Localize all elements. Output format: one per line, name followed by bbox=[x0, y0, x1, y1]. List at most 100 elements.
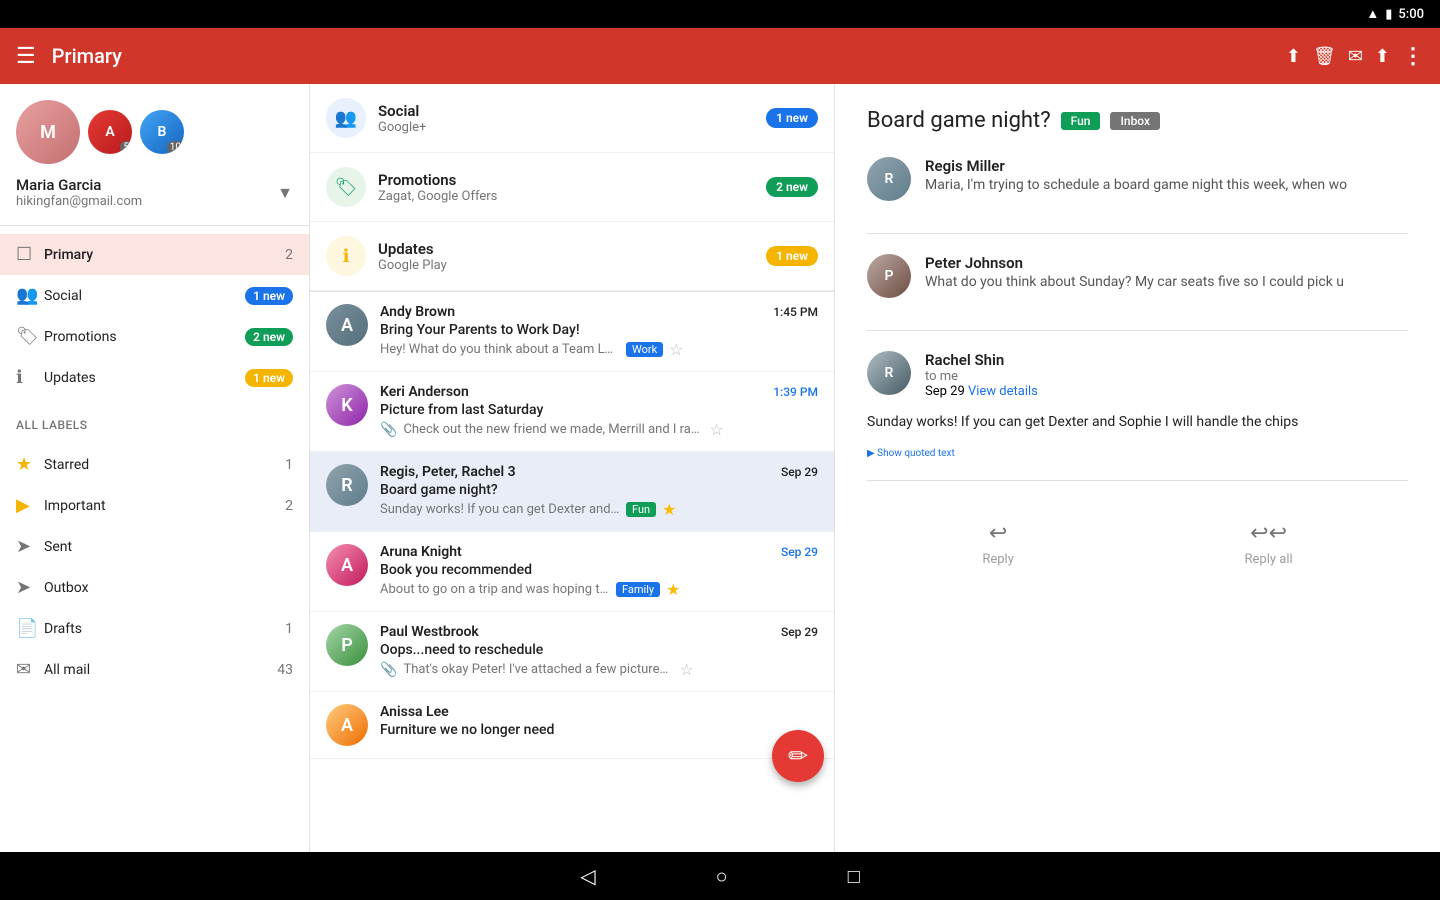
email-time-1: 1:45 PM bbox=[773, 305, 818, 319]
cat-social-badge: 1 new bbox=[766, 108, 818, 128]
email-detail: Board game night? Fun Inbox R Regis Mill… bbox=[835, 84, 1440, 852]
cat-updates-name: Updates bbox=[378, 240, 766, 258]
msg-info-3: Rachel Shin to me Sep 29 View details bbox=[925, 351, 1038, 399]
email-item-3[interactable]: R Regis, Peter, Rachel 3 Sep 29 Board ga… bbox=[310, 452, 834, 532]
labels-nav: ★ Starred 1 ▶ Important 2 ➤ Sent ➤ Outbo… bbox=[0, 436, 309, 698]
email-item-2[interactable]: K Keri Anderson 1:39 PM Picture from las… bbox=[310, 372, 834, 452]
compose-fab[interactable]: ✏ bbox=[772, 730, 824, 782]
sidebar-item-label: All mail bbox=[44, 662, 277, 678]
recents-button[interactable]: □ bbox=[848, 864, 860, 889]
cat-promotions-badge: 2 new bbox=[766, 177, 818, 197]
email-action-icon[interactable]: ✉ bbox=[1348, 46, 1363, 67]
cat-social-sub: Google+ bbox=[378, 120, 766, 135]
detail-tag-inbox: Inbox bbox=[1110, 112, 1160, 130]
category-updates[interactable]: ℹ Updates Google Play 1 new bbox=[310, 222, 834, 291]
msg-preview-2: What do you think about Sunday? My car s… bbox=[925, 272, 1344, 293]
email-avatar-aruna: A bbox=[326, 544, 368, 586]
more-options-icon[interactable]: ⋮ bbox=[1402, 44, 1424, 69]
email-content-2: Keri Anderson 1:39 PM Picture from last … bbox=[380, 384, 818, 439]
email-item-6[interactable]: A Anissa Lee Furniture we no longer need bbox=[310, 692, 834, 759]
reply-bar: ↩ Reply ↩↩ Reply all bbox=[867, 501, 1408, 587]
category-social[interactable]: 👥 Social Google+ 1 new bbox=[310, 84, 834, 153]
msg-date-link: Sep 29 View details bbox=[925, 384, 1038, 399]
msg-avatar-rachel: R bbox=[867, 351, 911, 395]
star-icon-3[interactable]: ★ bbox=[662, 500, 676, 519]
email-content-1: Andy Brown 1:45 PM Bring Your Parents to… bbox=[380, 304, 818, 359]
sidebar-item-promotions[interactable]: 🏷 Promotions 2 new bbox=[0, 316, 309, 357]
email-meta-4: About to go on a trip and was hoping to … bbox=[380, 580, 818, 599]
reply-all-button[interactable]: ↩↩ Reply all bbox=[1245, 521, 1293, 567]
email-avatar-regis: R bbox=[326, 464, 368, 506]
updates-icon: ℹ bbox=[16, 367, 44, 388]
email-sender-2: Keri Anderson bbox=[380, 384, 469, 400]
social-badge: 1 new bbox=[245, 287, 293, 305]
view-details-link[interactable]: View details bbox=[968, 384, 1038, 399]
email-item-1[interactable]: A Andy Brown 1:45 PM Bring Your Parents … bbox=[310, 292, 834, 372]
message-card-1: R Regis Miller Maria, I'm trying to sche… bbox=[867, 157, 1408, 234]
category-promotions[interactable]: 🏷 Promotions Zagat, Google Offers 2 new bbox=[310, 153, 834, 222]
avatar-secondary-1[interactable]: A 5 bbox=[88, 110, 132, 154]
avatar-secondary-2[interactable]: B 10 bbox=[140, 110, 184, 154]
email-list: 👥 Social Google+ 1 new 🏷 Promotions Zaga… bbox=[310, 84, 835, 852]
email-subject-2: Picture from last Saturday bbox=[380, 402, 818, 418]
star-icon-1[interactable]: ☆ bbox=[669, 340, 683, 359]
sidebar-item-label: Updates bbox=[44, 370, 245, 386]
starred-icon: ★ bbox=[16, 454, 44, 475]
promotions-icon: 🏷 bbox=[16, 326, 44, 347]
archive-icon[interactable]: ⬆ bbox=[1286, 46, 1301, 67]
email-avatar-paul: P bbox=[326, 624, 368, 666]
all-labels-heading: All labels bbox=[0, 406, 309, 436]
email-content-5: Paul Westbrook Sep 29 Oops...need to res… bbox=[380, 624, 818, 679]
email-sender-6: Anissa Lee bbox=[380, 704, 449, 720]
account-switcher-icon[interactable]: ▼ bbox=[277, 183, 293, 203]
sidebar-item-label: Important bbox=[44, 498, 285, 514]
label-action-icon[interactable]: ⬆ bbox=[1375, 46, 1390, 67]
menu-icon[interactable]: ☰ bbox=[16, 44, 36, 69]
cat-promotions-sub: Zagat, Google Offers bbox=[378, 189, 766, 204]
back-button[interactable]: ◁ bbox=[580, 864, 595, 888]
avatar-main[interactable]: M bbox=[16, 100, 80, 164]
email-meta-2: 📎 Check out the new friend we made, Merr… bbox=[380, 420, 818, 439]
social-cat-icon: 👥 bbox=[326, 98, 366, 138]
email-subject-1: Bring Your Parents to Work Day! bbox=[380, 322, 818, 338]
sidebar-item-allmail[interactable]: ✉ All mail 43 bbox=[0, 649, 309, 690]
allmail-icon: ✉ bbox=[16, 659, 44, 680]
message-card-2: P Peter Johnson What do you think about … bbox=[867, 254, 1408, 331]
email-preview-3: Sunday works! If you can get Dexter and … bbox=[380, 502, 620, 517]
toolbar-title: Primary bbox=[52, 44, 1286, 68]
cat-social-info: Social Google+ bbox=[378, 102, 766, 135]
email-preview-5: That's okay Peter! I've attached a few p… bbox=[403, 662, 673, 677]
email-content-3: Regis, Peter, Rachel 3 Sep 29 Board game… bbox=[380, 464, 818, 519]
sidebar-item-sent[interactable]: ➤ Sent bbox=[0, 526, 309, 567]
star-icon-5[interactable]: ☆ bbox=[679, 660, 693, 679]
toolbar-actions: ⬆ 🗑 ✉ ⬆ ⋮ bbox=[1286, 44, 1424, 69]
bottom-nav: ◁ ○ □ bbox=[0, 852, 1440, 900]
reply-button[interactable]: ↩ Reply bbox=[982, 521, 1014, 567]
sidebar-item-social[interactable]: 👥 Social 1 new bbox=[0, 275, 309, 316]
sidebar-item-outbox[interactable]: ➤ Outbox bbox=[0, 567, 309, 608]
email-item-5[interactable]: P Paul Westbrook Sep 29 Oops...need to r… bbox=[310, 612, 834, 692]
home-button[interactable]: ○ bbox=[716, 864, 728, 889]
toolbar: ☰ Primary ⬆ 🗑 ✉ ⬆ ⋮ bbox=[0, 28, 1440, 84]
star-icon-4[interactable]: ★ bbox=[666, 580, 680, 599]
promotions-badge: 2 new bbox=[245, 328, 293, 346]
sidebar-item-primary[interactable]: ☐ Primary 2 bbox=[0, 234, 309, 275]
email-header-5: Paul Westbrook Sep 29 bbox=[380, 624, 818, 640]
compose-icon: ✏ bbox=[788, 742, 808, 770]
email-meta-5: 📎 That's okay Peter! I've attached a few… bbox=[380, 660, 818, 679]
sidebar-item-important[interactable]: ▶ Important 2 bbox=[0, 485, 309, 526]
sidebar-item-drafts[interactable]: 📄 Drafts 1 bbox=[0, 608, 309, 649]
cat-updates-sub: Google Play bbox=[378, 258, 766, 273]
sidebar-item-starred[interactable]: ★ Starred 1 bbox=[0, 444, 309, 485]
email-item-4[interactable]: A Aruna Knight Sep 29 Book you recommend… bbox=[310, 532, 834, 612]
updates-badge: 1 new bbox=[245, 369, 293, 387]
sidebar-item-label: Social bbox=[44, 288, 245, 304]
star-icon-2[interactable]: ☆ bbox=[709, 420, 723, 439]
msg-avatar-regis: R bbox=[867, 157, 911, 201]
email-meta-1: Hey! What do you think about a Team Lunc… bbox=[380, 340, 818, 359]
reply-all-icon: ↩↩ bbox=[1250, 521, 1287, 546]
inbox-icon: ☐ bbox=[16, 244, 44, 265]
delete-icon[interactable]: 🗑 bbox=[1313, 46, 1336, 67]
sidebar-item-updates[interactable]: ℹ Updates 1 new bbox=[0, 357, 309, 398]
show-quoted-button[interactable]: ▶ Show quoted text bbox=[867, 445, 1408, 460]
